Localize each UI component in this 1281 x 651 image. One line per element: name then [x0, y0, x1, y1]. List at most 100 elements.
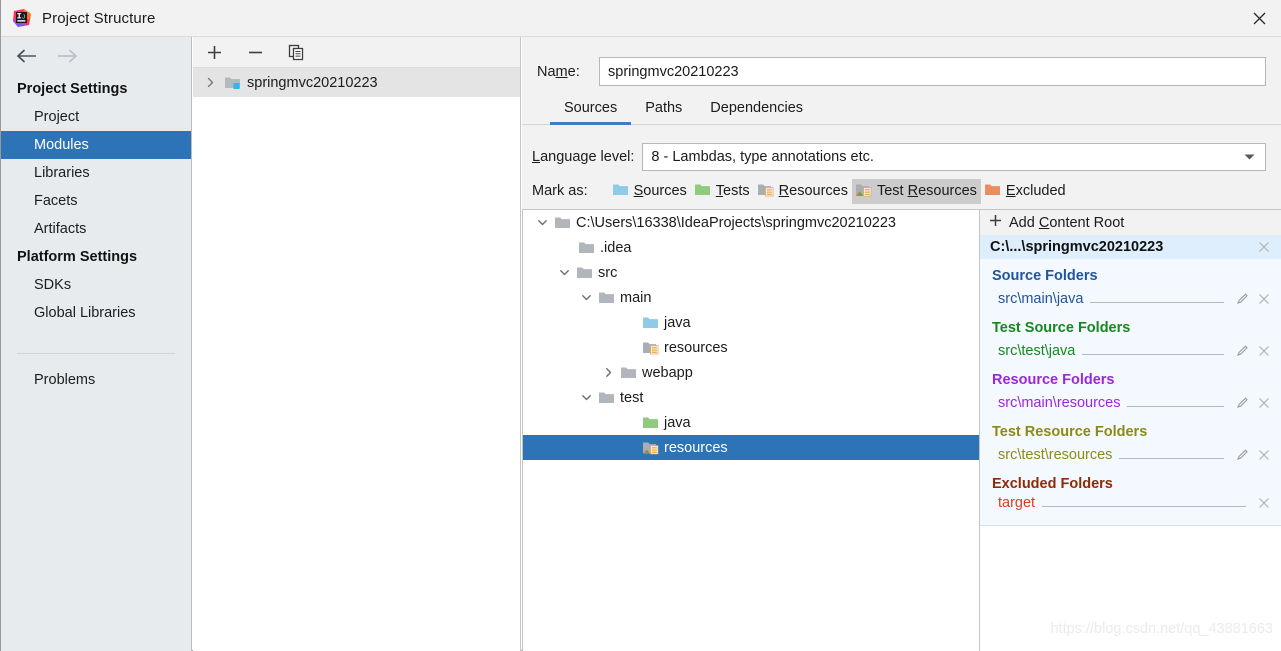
- remove-content-root-button[interactable]: [1256, 239, 1272, 255]
- folder-resources-icon: [757, 182, 774, 201]
- remove-folder-button[interactable]: [1256, 291, 1272, 307]
- content-root-block: C:\...\springmvc20210223 Source Folders …: [980, 235, 1281, 526]
- group-title-test-resource-folders: Test Resource Folders: [992, 424, 1148, 440]
- mark-resources-mnemonic: R: [778, 183, 790, 199]
- mark-as-excluded-button[interactable]: Excluded: [981, 179, 1070, 204]
- mark-as-resources-label: Resources: [779, 183, 848, 199]
- forward-button[interactable]: [55, 45, 81, 67]
- folder-plain-icon: [577, 240, 595, 255]
- language-level-mnemonic: L: [532, 148, 541, 165]
- add-module-button[interactable]: [204, 42, 225, 63]
- back-button[interactable]: [13, 45, 39, 67]
- sidebar-item-project[interactable]: Project: [1, 103, 191, 131]
- sidebar-item-problems[interactable]: Problems: [1, 366, 191, 394]
- group-title-test-source-folders: Test Source Folders: [992, 320, 1131, 336]
- table-row[interactable]: main: [523, 285, 979, 310]
- tree-node-label: test: [620, 389, 644, 406]
- folder-resources-icon: [641, 340, 659, 355]
- table-row[interactable]: C:\Users\16338\IdeaProjects\springmvc202…: [523, 210, 979, 235]
- close-small-icon: [1259, 497, 1269, 508]
- sidebar-item-modules[interactable]: Modules: [1, 131, 191, 159]
- pencil-icon: [1236, 397, 1248, 408]
- copy-icon: [288, 44, 304, 60]
- folder-plain-icon: [597, 290, 615, 305]
- modules-panel: springmvc20210223: [193, 37, 521, 651]
- copy-module-button[interactable]: [286, 42, 307, 63]
- remove-folder-button[interactable]: [1256, 395, 1272, 411]
- chevron-down-icon[interactable]: [1244, 149, 1255, 165]
- folder-plain-icon: [597, 390, 615, 405]
- mark-as-tests-button[interactable]: Tests: [691, 179, 754, 204]
- tab-paths[interactable]: Paths: [631, 100, 696, 124]
- edit-folder-button[interactable]: [1234, 395, 1250, 411]
- folder-path: src\test\java: [998, 342, 1076, 359]
- mark-as-test-resources-button[interactable]: Test Resources: [851, 178, 981, 204]
- tab-sources[interactable]: Sources: [550, 100, 632, 125]
- title-bar: J Project Structure: [1, 0, 1281, 37]
- table-row[interactable]: java: [523, 410, 979, 435]
- chevron-down-icon[interactable]: [553, 267, 575, 278]
- close-icon: [1253, 12, 1265, 25]
- close-small-icon: [1259, 397, 1269, 408]
- sidebar-item-sdks[interactable]: SDKs: [1, 271, 191, 299]
- mark-as-sources-button[interactable]: Sources: [609, 179, 691, 204]
- table-row[interactable]: .idea: [523, 235, 979, 260]
- plus-icon: [208, 45, 221, 59]
- mark-excluded-mnemonic: E: [1005, 183, 1016, 199]
- module-list-item[interactable]: springmvc20210223: [193, 68, 520, 97]
- language-level-select[interactable]: 8 - Lambdas, type annotations etc.: [642, 142, 1266, 171]
- language-level-value: 8 - Lambdas, type annotations etc.: [651, 148, 874, 165]
- tab-dependencies[interactable]: Dependencies: [696, 100, 817, 124]
- sidebar-group-project-settings: Project Settings: [17, 81, 128, 97]
- chevron-down-icon[interactable]: [531, 217, 553, 228]
- list-item[interactable]: src\test\java: [980, 338, 1281, 363]
- remove-folder-button[interactable]: [1256, 495, 1272, 511]
- list-item[interactable]: src\main\java: [980, 286, 1281, 311]
- table-row-selected[interactable]: resources: [523, 435, 979, 460]
- table-row[interactable]: test: [523, 385, 979, 410]
- sidebar-item-global-libraries[interactable]: Global Libraries: [1, 299, 191, 327]
- sidebar-item-libraries[interactable]: Libraries: [1, 159, 191, 187]
- edit-folder-button[interactable]: [1234, 447, 1250, 463]
- edit-folder-button[interactable]: [1234, 291, 1250, 307]
- mark-sources-mnemonic: S: [633, 183, 644, 199]
- folder-excluded-icon: [984, 182, 1001, 201]
- remove-module-button[interactable]: [245, 42, 266, 63]
- close-button[interactable]: [1236, 0, 1281, 37]
- tree-node-label: webapp: [642, 364, 693, 381]
- chevron-right-icon[interactable]: [202, 77, 218, 88]
- mark-as-tests-label: Tests: [716, 183, 750, 199]
- module-editor: Name: Sources Paths Dependencies Languag…: [522, 37, 1281, 651]
- module-name-input[interactable]: [599, 57, 1266, 86]
- mark-as-test-resources-label: Test Resources: [877, 183, 977, 199]
- table-row[interactable]: java: [523, 310, 979, 335]
- remove-folder-button[interactable]: [1256, 447, 1272, 463]
- sidebar-item-facets[interactable]: Facets: [1, 187, 191, 215]
- chevron-down-icon[interactable]: [575, 292, 597, 303]
- content-root-path: C:\...\springmvc20210223: [990, 239, 1164, 255]
- mark-excluded-post: xcluded: [1015, 183, 1066, 199]
- list-item[interactable]: src\main\resources: [980, 390, 1281, 415]
- group-title-source-folders: Source Folders: [992, 268, 1098, 284]
- chevron-right-icon[interactable]: [597, 367, 619, 378]
- add-content-root-button[interactable]: Add Content Root: [980, 210, 1281, 235]
- list-item[interactable]: target: [980, 494, 1281, 519]
- module-name: springmvc20210223: [247, 74, 378, 91]
- edit-folder-button[interactable]: [1234, 343, 1250, 359]
- pencil-icon: [1236, 345, 1248, 356]
- mark-as-row: Mark as: Sources Tests Resources Test Re…: [522, 173, 1281, 209]
- editor-tabs: Sources Paths Dependencies: [522, 92, 1281, 125]
- table-row[interactable]: src: [523, 260, 979, 285]
- table-row[interactable]: resources: [523, 335, 979, 360]
- remove-folder-button[interactable]: [1256, 343, 1272, 359]
- close-small-icon: [1259, 345, 1269, 356]
- mark-as-resources-button[interactable]: Resources: [754, 179, 852, 204]
- sidebar-item-artifacts[interactable]: Artifacts: [1, 215, 191, 243]
- close-small-icon: [1259, 242, 1269, 252]
- chevron-down-icon[interactable]: [575, 392, 597, 403]
- list-item[interactable]: src\test\resources: [980, 442, 1281, 467]
- add-root-mnemonic: C: [1038, 214, 1050, 231]
- modules-toolbar: [193, 37, 520, 68]
- table-row[interactable]: webapp: [523, 360, 979, 385]
